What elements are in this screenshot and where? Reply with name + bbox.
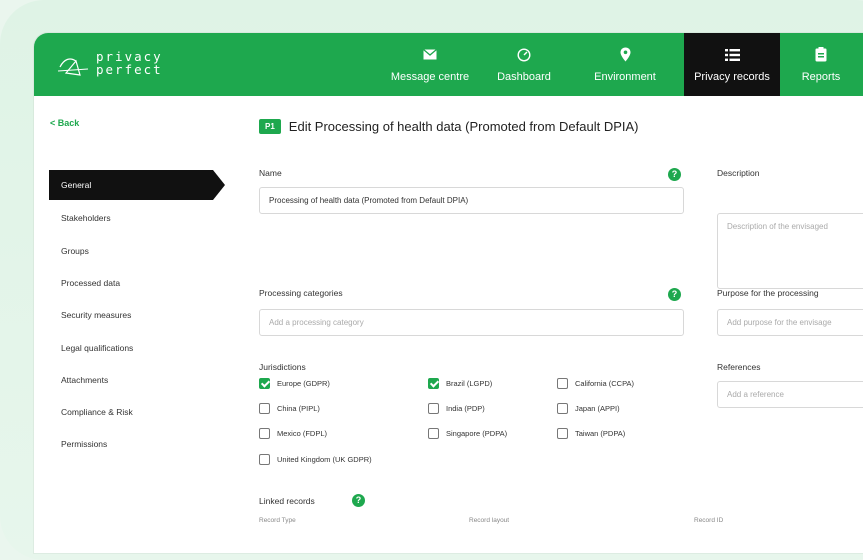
nav-label: Dashboard bbox=[497, 70, 551, 83]
name-input[interactable]: Processing of health data (Promoted from… bbox=[259, 187, 684, 214]
sidebar-item-legal-qualifications[interactable]: Legal qualifications bbox=[61, 343, 133, 353]
location-pin-icon bbox=[620, 47, 631, 63]
checkbox-icon bbox=[428, 403, 439, 414]
column-header-record-id[interactable]: Record ID bbox=[694, 517, 723, 524]
record-id-badge: P1 bbox=[259, 119, 281, 134]
sidebar-item-security-measures[interactable]: Security measures bbox=[61, 310, 131, 320]
checkbox-icon bbox=[259, 428, 270, 439]
back-link[interactable]: < Back bbox=[50, 118, 79, 128]
column-header-record-type[interactable]: Record Type bbox=[259, 517, 296, 524]
jurisdictions-label: Jurisdictions bbox=[259, 362, 306, 372]
linked-records-help-icon[interactable]: ? bbox=[352, 494, 365, 507]
checkbox-label: Mexico (FDPL) bbox=[277, 429, 328, 438]
categories-help-icon[interactable]: ? bbox=[668, 288, 681, 301]
checkbox-icon bbox=[259, 454, 270, 465]
description-textarea[interactable]: Description of the envisaged bbox=[717, 213, 863, 289]
jurisdiction-checkbox-singapore[interactable]: Singapore (PDPA) bbox=[428, 428, 507, 439]
purpose-input[interactable]: Add purpose for the envisage bbox=[717, 309, 863, 336]
clipboard-icon bbox=[815, 47, 827, 63]
nav-label: Privacy records bbox=[694, 70, 770, 83]
checkbox-label: Brazil (LGPD) bbox=[446, 379, 493, 388]
references-label: References bbox=[717, 362, 761, 372]
checkbox-icon bbox=[259, 403, 270, 414]
nav-environment[interactable]: Environment bbox=[566, 33, 684, 96]
logo-line-2: perfect bbox=[96, 62, 163, 77]
privacy-perfect-logo[interactable]: privacy perfect bbox=[56, 45, 163, 81]
jurisdiction-checkbox-california[interactable]: California (CCPA) bbox=[557, 378, 634, 389]
sidebar-item-processed-data[interactable]: Processed data bbox=[61, 278, 120, 288]
jurisdiction-checkbox-japan[interactable]: Japan (APPI) bbox=[557, 403, 620, 414]
nav-message-centre[interactable]: Message centre bbox=[378, 33, 482, 96]
sidebar-item-compliance-risk[interactable]: Compliance & Risk bbox=[61, 407, 133, 417]
jurisdiction-checkbox-brazil[interactable]: Brazil (LGPD) bbox=[428, 378, 492, 389]
sidebar-item-attachments[interactable]: Attachments bbox=[61, 375, 108, 385]
nav-label: Environment bbox=[594, 70, 656, 83]
jurisdiction-checkbox-india[interactable]: India (PDP) bbox=[428, 403, 485, 414]
app-window: privacy perfect Message centre Dashboard bbox=[34, 33, 863, 553]
checkbox-checked-icon bbox=[259, 378, 270, 389]
reference-input[interactable]: Add a reference bbox=[717, 381, 863, 408]
list-icon bbox=[724, 47, 740, 63]
processing-categories-label: Processing categories bbox=[259, 288, 343, 298]
description-label: Description bbox=[717, 168, 760, 178]
checkbox-icon bbox=[428, 428, 439, 439]
checkbox-label: India (PDP) bbox=[446, 404, 485, 413]
sidebar-item-groups[interactable]: Groups bbox=[61, 246, 89, 256]
envelope-icon bbox=[423, 47, 437, 63]
main-nav: Message centre Dashboard Environment Pri… bbox=[378, 33, 862, 96]
jurisdiction-checkbox-taiwan[interactable]: Taiwan (PDPA) bbox=[557, 428, 625, 439]
jurisdiction-checkbox-china[interactable]: China (PIPL) bbox=[259, 403, 320, 414]
checkbox-label: Taiwan (PDPA) bbox=[575, 429, 626, 438]
nav-privacy-records[interactable]: Privacy records bbox=[684, 33, 780, 96]
checkbox-icon bbox=[557, 378, 568, 389]
column-header-record-layout[interactable]: Record layout bbox=[469, 517, 509, 524]
nav-reports[interactable]: Reports bbox=[780, 33, 862, 96]
sidebar-item-permissions[interactable]: Permissions bbox=[61, 439, 107, 449]
page-header: P1 Edit Processing of health data (Promo… bbox=[259, 119, 639, 134]
checkbox-label: California (CCPA) bbox=[575, 379, 635, 388]
sidebar-item-general[interactable]: General bbox=[49, 170, 225, 200]
name-help-icon[interactable]: ? bbox=[668, 168, 681, 181]
top-navigation-bar: privacy perfect Message centre Dashboard bbox=[34, 33, 863, 96]
purpose-label: Purpose for the processing bbox=[717, 288, 819, 298]
jurisdiction-checkbox-united-kingdom[interactable]: United Kingdom (UK GDPR) bbox=[259, 454, 372, 465]
checkbox-icon bbox=[557, 403, 568, 414]
nav-label: Message centre bbox=[390, 70, 470, 83]
jurisdiction-checkbox-mexico[interactable]: Mexico (FDPL) bbox=[259, 428, 327, 439]
checkbox-label: Europe (GDPR) bbox=[277, 379, 330, 388]
checkbox-label: United Kingdom (UK GDPR) bbox=[277, 455, 372, 464]
jurisdiction-checkbox-europe[interactable]: Europe (GDPR) bbox=[259, 378, 330, 389]
gauge-icon bbox=[517, 47, 531, 63]
checkbox-label: Japan (APPI) bbox=[575, 404, 620, 413]
checkbox-checked-icon bbox=[428, 378, 439, 389]
nav-label: Reports bbox=[801, 70, 841, 83]
sidebar-item-stakeholders[interactable]: Stakeholders bbox=[61, 213, 111, 223]
processing-category-input[interactable]: Add a processing category bbox=[259, 309, 684, 336]
checkbox-icon bbox=[557, 428, 568, 439]
logo-mark-icon bbox=[57, 58, 89, 76]
checkbox-label: China (PIPL) bbox=[277, 404, 320, 413]
linked-records-label: Linked records bbox=[259, 496, 315, 506]
nav-dashboard[interactable]: Dashboard bbox=[482, 33, 566, 96]
name-label: Name bbox=[259, 168, 282, 178]
page-title: Edit Processing of health data (Promoted… bbox=[288, 119, 639, 134]
checkbox-label: Singapore (PDPA) bbox=[446, 429, 508, 438]
